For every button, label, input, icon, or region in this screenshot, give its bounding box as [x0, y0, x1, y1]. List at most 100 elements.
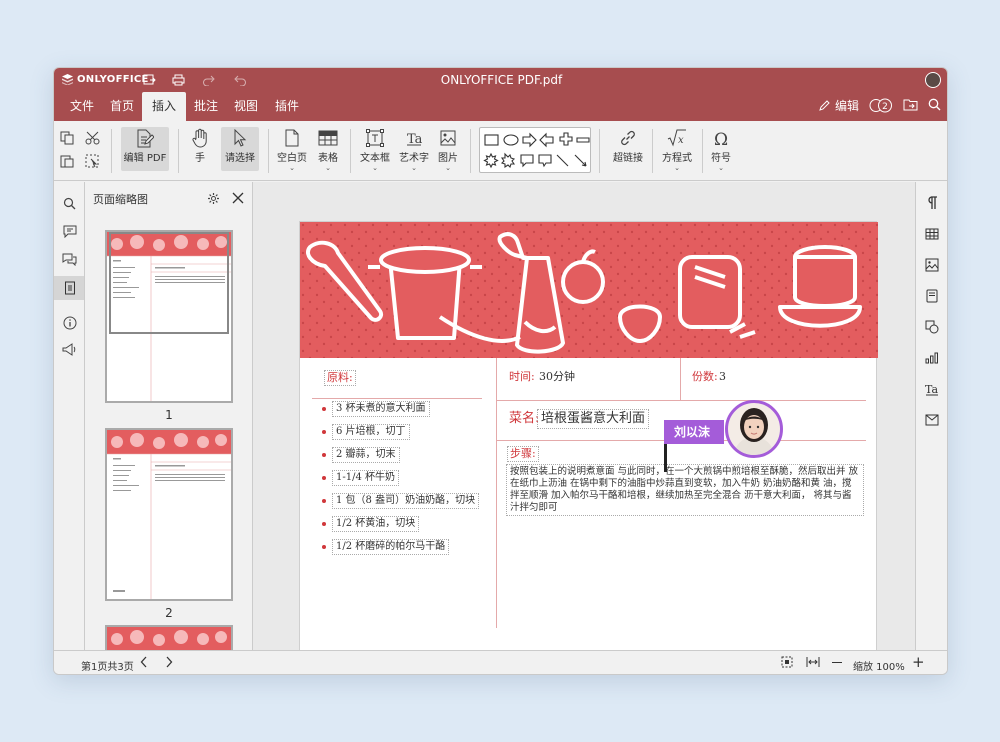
paste-icon[interactable]	[60, 154, 75, 171]
text-art-settings-icon[interactable]: Ta	[923, 380, 941, 398]
page-thumbnail-2[interactable]	[105, 428, 233, 601]
svg-text:2: 2	[882, 102, 888, 112]
hand-tool-button[interactable]: 手	[186, 127, 214, 164]
svg-text:Ta: Ta	[925, 383, 938, 396]
explosion-shape-icon	[500, 152, 516, 169]
svg-text:Ω: Ω	[714, 130, 728, 147]
equation-icon: x	[667, 127, 687, 149]
title-bar: ONLYOFFICE ONLYOFFICE PDF.pdf	[54, 68, 947, 92]
comments-icon[interactable]	[61, 223, 78, 240]
left-arrow-shape-icon	[539, 132, 554, 148]
cut-icon[interactable]	[85, 131, 100, 148]
zoom-out-icon[interactable]	[832, 662, 842, 664]
ellipse-shape-icon	[503, 134, 519, 146]
art-text-icon: Ta	[405, 127, 423, 149]
pdf-page: 原料: 3 杯未煮的意大利面 6 片培根，切丁 2 瓣蒜，切末 1-1/4 杯牛…	[299, 221, 878, 650]
chevron-down-icon: ⌄	[674, 164, 680, 172]
servings-value[interactable]: 3	[716, 370, 729, 384]
tab-home[interactable]: 首页	[100, 92, 144, 121]
page-number-2: 2	[165, 606, 173, 620]
table-button[interactable]: 表格 ⌄	[314, 127, 342, 172]
star-burst-shape-icon	[483, 152, 499, 169]
table-label: 表格	[318, 153, 338, 164]
dish-name-field[interactable]: 培根蛋酱意大利面	[537, 409, 650, 429]
art-text-button[interactable]: Ta 艺术字 ⌄	[397, 127, 431, 172]
edit-pdf-button[interactable]: 编辑 PDF	[121, 127, 169, 171]
hyperlink-button[interactable]: 超链接	[610, 127, 646, 164]
omega-icon: Ω	[712, 127, 730, 149]
fit-page-icon[interactable]	[781, 656, 793, 671]
next-page-icon[interactable]	[165, 656, 173, 671]
ingredients-label[interactable]: 原料:	[324, 370, 356, 386]
fit-width-icon[interactable]	[806, 656, 820, 671]
chevron-down-icon: ⌄	[372, 164, 378, 172]
steps-text[interactable]: 按照包装上的说明煮意面 与此同时，在一个大煎锅中煎培根至酥脆，然后取出并 放在纸…	[506, 464, 864, 516]
callout-shape-icon	[538, 154, 552, 168]
search-icon[interactable]	[928, 98, 941, 114]
page-thumbnail-1[interactable]	[105, 230, 233, 403]
image-button[interactable]: 图片 ⌄	[434, 127, 462, 172]
feedback-icon[interactable]	[61, 341, 78, 358]
chevron-down-icon: ⌄	[718, 164, 724, 172]
rectangle-shape-icon	[484, 134, 499, 146]
time-value[interactable]: 30分钟	[536, 370, 578, 384]
copy-icon[interactable]	[60, 131, 75, 148]
select-tool-button[interactable]: 请选择	[221, 127, 259, 171]
mail-merge-icon[interactable]	[923, 411, 941, 429]
table-settings-icon[interactable]	[923, 225, 941, 243]
ingredient-item[interactable]: 1/2 杯黄油，切块	[332, 516, 420, 532]
ingredient-item[interactable]: 1/2 杯磨碎的帕尔马干酪	[332, 539, 450, 555]
paragraph-settings-icon[interactable]	[923, 194, 941, 212]
info-icon[interactable]	[61, 314, 78, 331]
tab-comment[interactable]: 批注	[184, 92, 228, 121]
steps-label[interactable]: 步骤:	[507, 446, 539, 462]
tab-file[interactable]: 文件	[60, 92, 104, 121]
right-arrow-shape-icon	[522, 132, 537, 148]
co-editing-users-button[interactable]: 2	[869, 98, 893, 113]
textbox-button[interactable]: 文本框 ⌄	[358, 127, 392, 172]
page-thumbnail-3[interactable]	[105, 625, 233, 650]
previous-page-icon[interactable]	[140, 656, 148, 671]
shape-settings-icon[interactable]	[923, 318, 941, 336]
page-thumbnails-icon[interactable]	[61, 279, 78, 296]
symbol-button[interactable]: Ω 符号 ⌄	[706, 127, 736, 172]
hyperlink-label: 超链接	[613, 153, 643, 164]
chart-settings-icon[interactable]	[923, 349, 941, 367]
ingredient-item[interactable]: 3 杯未煮的意大利面	[332, 401, 430, 417]
chat-icon[interactable]	[61, 251, 78, 268]
chevron-down-icon: ⌄	[325, 164, 331, 172]
cursor-icon	[233, 127, 247, 149]
chevron-down-icon: ⌄	[289, 164, 295, 172]
equation-button[interactable]: x 方程式 ⌄	[659, 127, 695, 172]
edit-mode-button[interactable]: 编辑	[818, 97, 859, 114]
settings-icon[interactable]	[207, 192, 220, 208]
slide-settings-icon[interactable]	[923, 287, 941, 305]
close-icon[interactable]	[232, 192, 244, 207]
tab-insert[interactable]: 插入	[142, 92, 187, 121]
document-canvas[interactable]: 原料: 3 杯未煮的意大利面 6 片培根，切丁 2 瓣蒜，切末 1-1/4 杯牛…	[253, 182, 917, 650]
image-icon	[440, 127, 456, 149]
search-icon[interactable]	[61, 195, 78, 212]
ingredient-item[interactable]: 1 包（8 盎司）奶油奶酪，切块	[332, 493, 480, 509]
shapes-gallery[interactable]	[479, 127, 591, 173]
ingredient-item[interactable]: 2 瓣蒜，切末	[332, 447, 400, 463]
minus-shape-icon	[576, 137, 590, 143]
tab-plugins[interactable]: 插件	[265, 92, 309, 121]
pencil-icon	[819, 100, 830, 111]
textbox-icon	[366, 127, 384, 149]
zoom-in-icon[interactable]: +	[912, 654, 925, 670]
ingredient-item[interactable]: 6 片培根，切丁	[332, 424, 410, 440]
page-number-1: 1	[165, 408, 173, 422]
image-settings-icon[interactable]	[923, 256, 941, 274]
select-tool-label: 请选择	[225, 153, 255, 164]
equation-label: 方程式	[662, 153, 692, 164]
image-label: 图片	[438, 153, 458, 164]
ingredient-item[interactable]: 1-1/4 杯牛奶	[332, 470, 400, 486]
thumbnails-panel: 页面缩略图 1 2	[85, 182, 253, 650]
blank-page-button[interactable]: 空白页 ⌄	[276, 127, 308, 172]
user-avatar[interactable]	[925, 72, 941, 88]
select-all-icon[interactable]	[85, 154, 100, 171]
tab-view[interactable]: 视图	[224, 92, 268, 121]
art-text-label: 艺术字	[399, 153, 429, 164]
open-location-icon[interactable]	[903, 98, 918, 114]
